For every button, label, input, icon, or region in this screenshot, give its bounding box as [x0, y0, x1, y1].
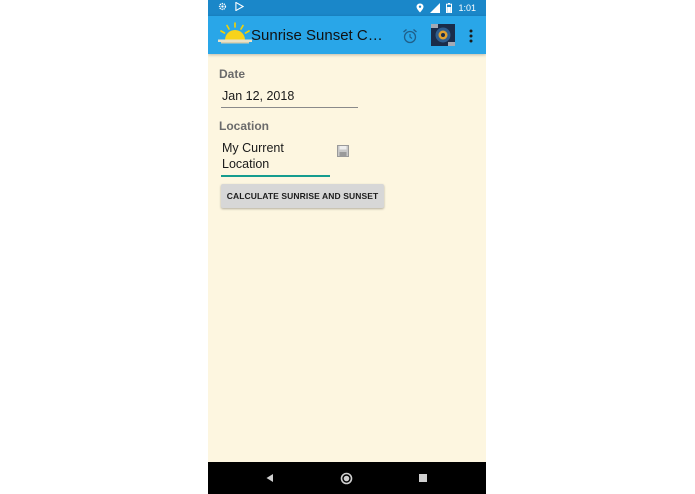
status-time: 1:01 — [458, 3, 476, 13]
play-store-icon — [235, 2, 244, 11]
location-label: Location — [219, 119, 269, 133]
location-icon — [416, 3, 424, 13]
phone-screen: 1:01 Sunrise Sunset Calc… Date Jan 12, 2… — [208, 0, 486, 494]
battery-icon — [446, 3, 453, 13]
recents-icon[interactable] — [415, 470, 431, 486]
sun-logo-icon — [218, 21, 252, 45]
back-icon[interactable] — [262, 470, 278, 486]
app-title: Sunrise Sunset Calc… — [251, 27, 387, 44]
save-location-icon[interactable] — [337, 144, 349, 157]
location-field[interactable]: My Current Location — [221, 140, 330, 177]
home-icon[interactable] — [338, 470, 354, 486]
date-label: Date — [219, 67, 246, 81]
camera-icon[interactable] — [430, 23, 456, 47]
calculate-button[interactable]: CALCULATE SUNRISE AND SUNSET — [221, 184, 384, 208]
signal-icon — [430, 3, 441, 13]
app-bar: Sunrise Sunset Calc… — [208, 16, 486, 54]
date-field[interactable]: Jan 12, 2018 — [221, 88, 358, 108]
overflow-menu-icon[interactable] — [462, 25, 480, 47]
status-bar: 1:01 — [208, 0, 486, 16]
navigation-bar — [208, 462, 486, 494]
gear-icon — [218, 2, 227, 11]
alarm-clock-icon[interactable] — [399, 25, 421, 47]
